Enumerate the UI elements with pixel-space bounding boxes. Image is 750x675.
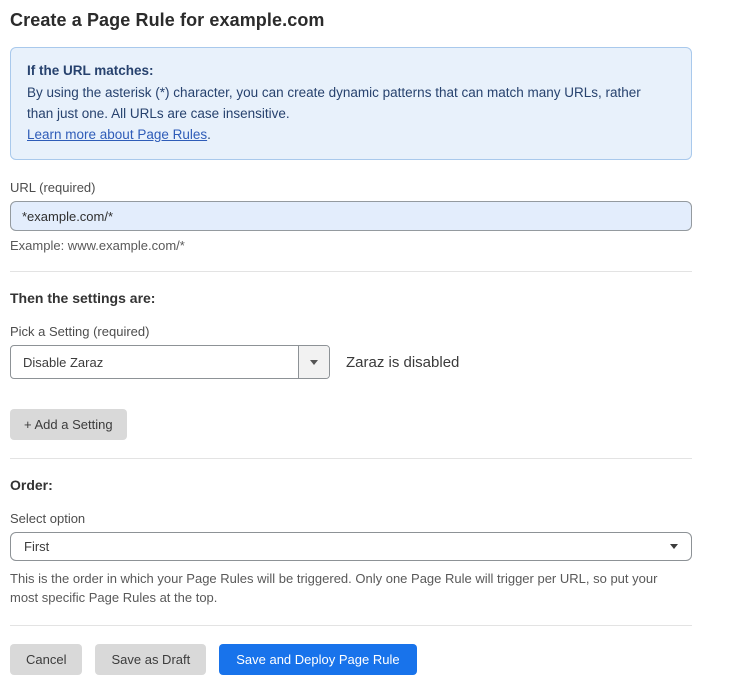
page-rule-form: Create a Page Rule for example.com If th… xyxy=(10,0,692,675)
divider xyxy=(10,458,692,459)
action-buttons-row: Cancel Save as Draft Save and Deploy Pag… xyxy=(10,644,692,675)
learn-more-link[interactable]: Learn more about Page Rules xyxy=(27,127,207,142)
order-select-value: First xyxy=(24,539,49,554)
divider xyxy=(10,625,692,626)
cancel-button[interactable]: Cancel xyxy=(10,644,82,675)
info-box-heading: If the URL matches: xyxy=(27,60,675,81)
add-setting-button[interactable]: + Add a Setting xyxy=(10,409,127,440)
page-title: Create a Page Rule for example.com xyxy=(10,10,692,31)
save-and-deploy-button[interactable]: Save and Deploy Page Rule xyxy=(219,644,416,675)
save-as-draft-button[interactable]: Save as Draft xyxy=(95,644,206,675)
info-box-link-line: Learn more about Page Rules. xyxy=(27,124,675,145)
order-select-label: Select option xyxy=(10,511,692,526)
order-select[interactable]: First xyxy=(10,532,692,561)
url-input[interactable] xyxy=(10,201,692,231)
setting-status-text: Zaraz is disabled xyxy=(346,354,459,371)
divider xyxy=(10,271,692,272)
link-suffix: . xyxy=(207,127,211,142)
setting-row: Disable Zaraz Zaraz is disabled xyxy=(10,345,692,379)
url-example-text: Example: www.example.com/* xyxy=(10,238,692,253)
setting-select-arrow-button[interactable] xyxy=(298,346,329,378)
setting-select[interactable]: Disable Zaraz xyxy=(10,345,330,379)
setting-select-value: Disable Zaraz xyxy=(11,346,298,378)
settings-section-heading: Then the settings are: xyxy=(10,290,692,306)
order-help-text: This is the order in which your Page Rul… xyxy=(10,569,688,607)
order-section-heading: Order: xyxy=(10,477,692,493)
pick-setting-label: Pick a Setting (required) xyxy=(10,324,692,339)
url-match-info-box: If the URL matches: By using the asteris… xyxy=(10,47,692,160)
info-box-body: By using the asterisk (*) character, you… xyxy=(27,82,657,124)
url-field-label: URL (required) xyxy=(10,180,692,195)
dropdown-arrow-icon xyxy=(670,544,678,549)
dropdown-arrow-icon xyxy=(310,360,318,365)
